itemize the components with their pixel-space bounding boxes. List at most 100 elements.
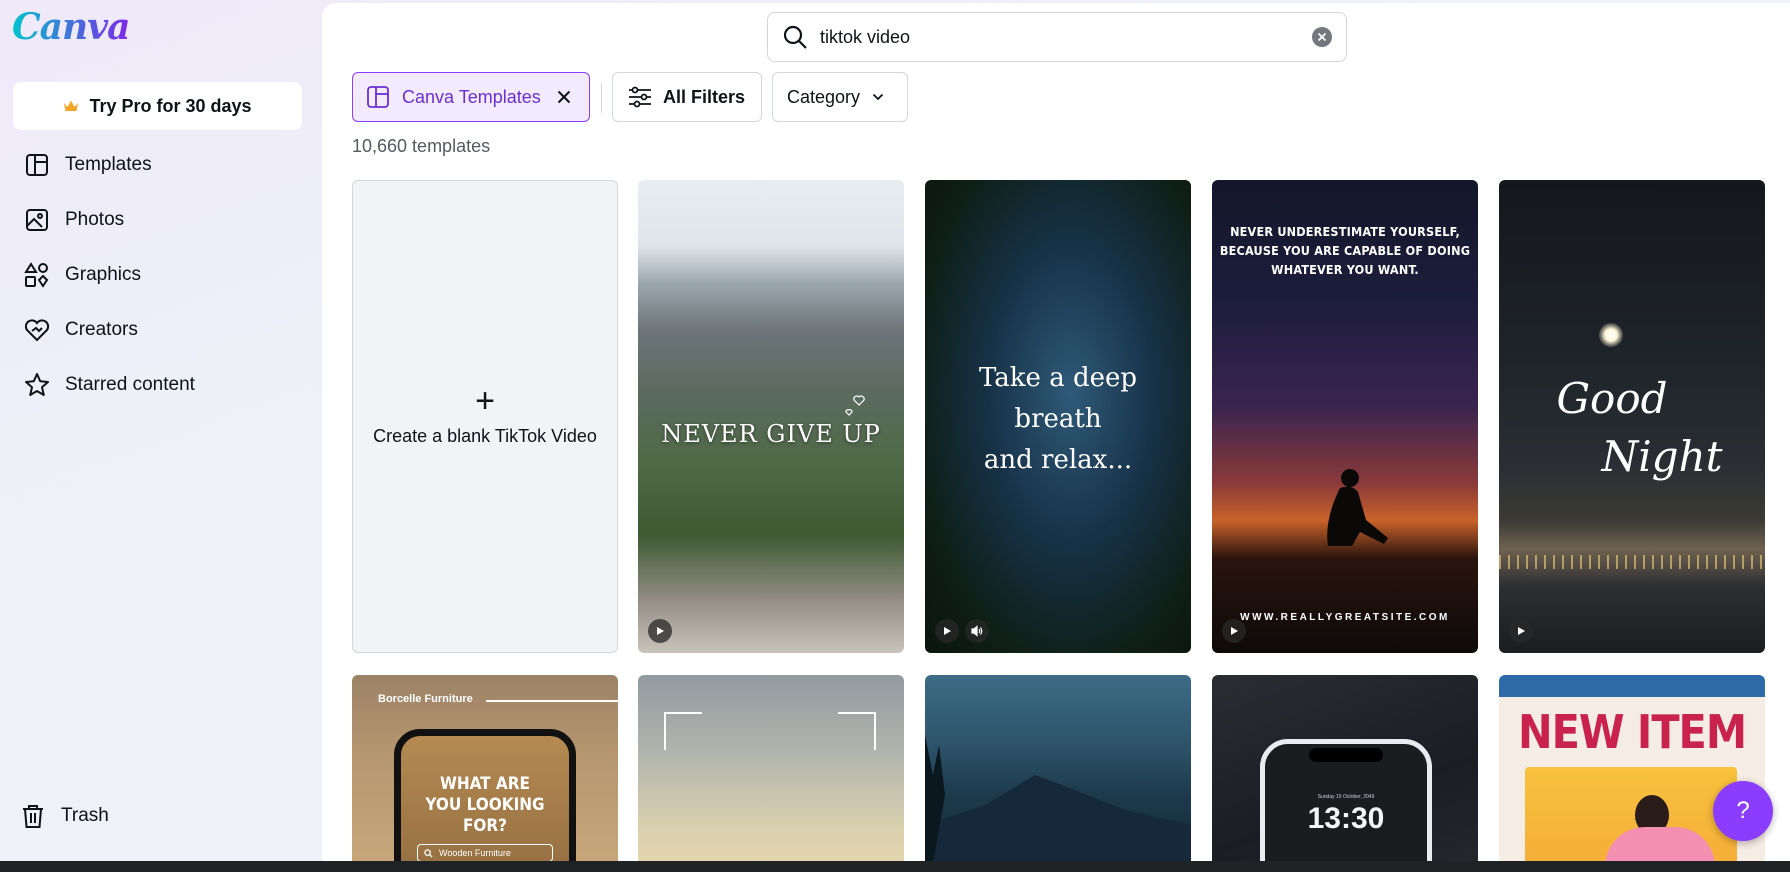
all-filters-label: All Filters (663, 86, 746, 107)
phone-mockup: Sunday 15 October, 2049 13:30 (1260, 739, 1432, 872)
templates-icon (367, 86, 389, 108)
card-line: BECAUSE YOU ARE CAPABLE OF DOING (1219, 243, 1471, 258)
sound-icon (965, 619, 989, 643)
photos-icon (26, 209, 48, 231)
chevron-down-icon (872, 93, 884, 101)
template-card[interactable]: NEW ITEM (1499, 675, 1765, 872)
create-blank-card[interactable]: + Create a blank TikTok Video (352, 180, 618, 653)
card-divider (486, 700, 618, 702)
trash-icon (23, 805, 43, 828)
sidebar-item-starred[interactable]: Starred content (13, 363, 302, 407)
create-blank-label: Create a blank TikTok Video (373, 426, 597, 446)
card-brand: Borcelle Furniture (378, 693, 473, 705)
sidebar: Canva Try Pro for 30 days Templates Phot… (0, 0, 322, 872)
search-bar[interactable]: tiktok video (767, 12, 1347, 62)
main-panel: tiktok video Canva Templates All Filters… (322, 3, 1790, 872)
card-search-field: Wooden Furniture (417, 844, 553, 862)
card-search-text: Wooden Furniture (439, 848, 511, 858)
template-card[interactable]: NEVER GIVE UP (638, 180, 904, 653)
card-line: Night (1601, 432, 1723, 481)
video-badges (1222, 619, 1246, 643)
template-card[interactable]: Take a deep breath and relax... (925, 180, 1191, 653)
card-line: and relax... (983, 445, 1133, 475)
template-card[interactable]: Good Night (1499, 180, 1765, 653)
template-card[interactable] (638, 675, 904, 872)
hearts-icon (845, 395, 865, 416)
category-dropdown[interactable]: Category (772, 72, 908, 122)
mountain-image (925, 735, 1191, 872)
card-line: WHAT ARE (439, 774, 530, 794)
card-line: FOR? (462, 816, 508, 836)
category-label: Category (787, 86, 861, 107)
card-line: Take a deep (978, 363, 1138, 393)
card-quote: NEVER UNDERESTIMATE YOURSELF, BECAUSE YO… (1212, 222, 1478, 279)
template-card[interactable]: NEVER UNDERESTIMATE YOURSELF, BECAUSE YO… (1212, 180, 1478, 653)
card-line: NEVER UNDERESTIMATE YOURSELF, (1230, 224, 1460, 239)
product-photo (1525, 767, 1737, 872)
silhouette-image (1327, 469, 1388, 546)
help-button[interactable]: ? (1713, 781, 1773, 841)
creators-icon (24, 319, 50, 342)
video-badges (935, 619, 989, 643)
search-icon (424, 848, 433, 858)
all-filters-button[interactable]: All Filters (612, 72, 762, 122)
template-count: 10,660 templates (352, 136, 491, 156)
card-line: WHATEVER YOU WANT. (1271, 262, 1419, 277)
templates-chip-label: Canva Templates (402, 86, 541, 107)
video-badges (1509, 619, 1533, 643)
card-title: Good Night (1499, 370, 1765, 486)
card-line: YOU LOOKING (425, 795, 545, 815)
moon-image (1599, 323, 1623, 347)
sliders-icon (629, 86, 651, 108)
star-icon (25, 373, 49, 396)
templates-icon (26, 154, 48, 176)
template-card[interactable]: Borcelle Furniture WHAT ARE YOU LOOKING … (352, 675, 618, 872)
plus-icon: + (475, 382, 495, 420)
play-icon (935, 619, 959, 643)
taskbar-strip (0, 861, 1790, 872)
chip-divider (601, 83, 602, 113)
card-title: NEW ITEM (1517, 705, 1747, 759)
sidebar-item-graphics[interactable]: Graphics (13, 253, 302, 297)
play-icon (1222, 619, 1246, 643)
card-title: Take a deep breath and relax... (925, 358, 1191, 481)
video-badges (648, 619, 672, 643)
sidebar-item-label: Graphics (65, 264, 142, 285)
close-icon (1317, 32, 1327, 42)
canva-templates-chip[interactable]: Canva Templates (352, 72, 590, 122)
sidebar-item-label: Photos (65, 209, 125, 230)
search-icon (783, 25, 807, 49)
card-line: breath (1014, 404, 1102, 434)
sidebar-item-label: Starred content (65, 374, 195, 395)
sidebar-item-creators[interactable]: Creators (13, 308, 302, 352)
sidebar-item-trash[interactable]: Trash (13, 794, 302, 838)
template-card[interactable]: Sunday 15 October, 2049 13:30 (1212, 675, 1478, 872)
graphics-icon (24, 262, 49, 288)
phone-date: Sunday 15 October, 2049 (1317, 794, 1375, 800)
sidebar-item-templates[interactable]: Templates (13, 143, 302, 187)
crown-icon (64, 100, 79, 111)
play-icon (648, 619, 672, 643)
remove-chip-icon[interactable] (557, 90, 571, 104)
try-pro-button[interactable]: Try Pro for 30 days (13, 82, 302, 130)
sidebar-item-label: Creators (65, 319, 138, 340)
phone-notch (1309, 748, 1383, 762)
phone-time: 13:30 (1307, 802, 1385, 835)
trash-label: Trash (61, 805, 109, 826)
city-lights-image (1499, 555, 1765, 569)
sidebar-item-photos[interactable]: Photos (13, 198, 302, 242)
search-input[interactable]: tiktok video (820, 27, 1312, 48)
template-card[interactable] (925, 675, 1191, 872)
phone-mockup: WHAT ARE YOU LOOKING FOR? Wooden Furnitu… (394, 729, 576, 872)
clear-search-button[interactable] (1312, 27, 1332, 47)
frame-corner (664, 712, 702, 750)
card-title: NEVER GIVE UP (661, 420, 881, 448)
try-pro-label: Try Pro for 30 days (89, 95, 252, 116)
card-footer: WWW.REALLYGREATSITE.COM (1240, 612, 1450, 623)
card-title: WHAT ARE YOU LOOKING FOR? (401, 774, 569, 837)
play-icon (1509, 619, 1533, 643)
card-line: Good (1556, 374, 1668, 423)
canva-logo[interactable]: Canva (12, 6, 130, 48)
frame-corner (838, 712, 876, 750)
sidebar-item-label: Templates (65, 154, 152, 175)
